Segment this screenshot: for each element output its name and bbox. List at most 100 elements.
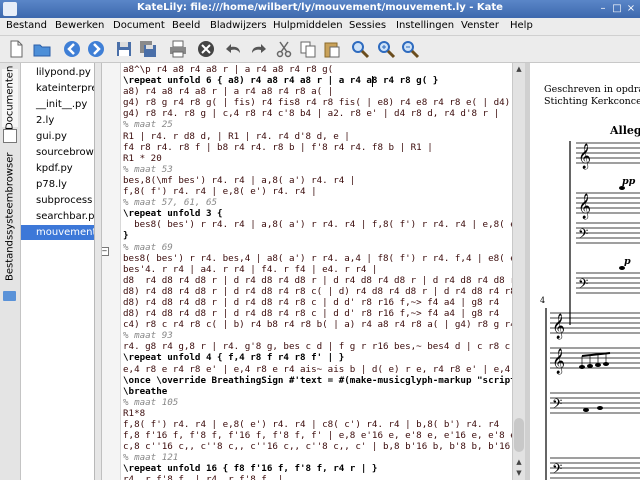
- list-item[interactable]: kateinterpre: [21, 81, 94, 96]
- code-line[interactable]: R1 * 20: [123, 153, 512, 164]
- tab-documents[interactable]: Documenten: [2, 66, 18, 130]
- code-line[interactable]: }: [123, 230, 512, 241]
- code-line[interactable]: R1*8: [123, 408, 512, 419]
- menu-hulpmiddelen[interactable]: Hulpmiddelen: [273, 20, 343, 31]
- code-line[interactable]: r4. r f'8 f, | r4. r f'8 f, |: [123, 474, 512, 480]
- list-item[interactable]: subprocess: [21, 193, 94, 208]
- code-line[interactable]: \once \override BreathingSign #'text = #…: [123, 375, 512, 386]
- menu-beeld[interactable]: Beeld: [172, 20, 200, 31]
- code-line[interactable]: f4 r8 r4. r8 f | b8 r4 r4. r8 b | f'8 r4…: [123, 142, 512, 153]
- pdf-preview[interactable]: Geschreven in opdracht Stichting Kerkcon…: [525, 63, 640, 480]
- code-line[interactable]: a8^\p r4 a8 r4 a8 r | a r4 a8 r4 r8 g(: [123, 64, 512, 75]
- code-line[interactable]: \repeat unfold 16 { f8 f'16 f, f'8 f, r4…: [123, 463, 512, 474]
- code-line[interactable]: g4) r8 g r4 r8 g( | fis) r4 fis8 r4 r8 f…: [123, 97, 512, 108]
- code-line[interactable]: \breathe: [123, 386, 512, 397]
- undo-icon[interactable]: [224, 39, 244, 59]
- zoom-in-icon[interactable]: [376, 39, 396, 59]
- redo-icon[interactable]: [248, 39, 268, 59]
- code-line[interactable]: d8) r4 d8 r4 d8 r | d r4 d8 r4 r8 c( | d…: [123, 286, 512, 297]
- save-all-icon[interactable]: [138, 39, 158, 59]
- code-line[interactable]: d8) r4 d8 r4 d8 r | d r4 d8 r4 r8 c | d …: [123, 308, 512, 319]
- code-line[interactable]: bes'4. r r4 | a4. r r4 | f4. r f4 | e4. …: [123, 264, 512, 275]
- code-comment-line[interactable]: % maat 25: [123, 119, 512, 130]
- svg-text:𝄢: 𝄢: [578, 276, 588, 295]
- copy-icon[interactable]: [298, 39, 318, 59]
- find-icon[interactable]: [350, 39, 370, 59]
- code-line[interactable]: bes8( bes') r r4. bes,4 | a8( a') r r4. …: [123, 253, 512, 264]
- code-line[interactable]: bes8( bes') r r4. r4 | a,8( a') r r4. r4…: [123, 219, 512, 230]
- close-window-icon[interactable]: ×: [624, 2, 638, 16]
- title-bar: KateLily: file:///home/wilbert/ly/mouvem…: [0, 0, 640, 18]
- code-line[interactable]: c,8 c''16 c,, c''8 c,, c''16 c,, c''8 c,…: [123, 441, 512, 452]
- maximize-icon[interactable]: □: [610, 2, 624, 16]
- scroll-down-icon[interactable]: ▼: [514, 468, 524, 478]
- svg-text:𝄞: 𝄞: [552, 348, 565, 374]
- pdf-page: Geschreven in opdracht Stichting Kerkcon…: [530, 63, 640, 480]
- window-title: KateLily: file:///home/wilbert/ly/mouvem…: [137, 2, 503, 13]
- new-icon[interactable]: [6, 39, 26, 59]
- print-icon[interactable]: [168, 39, 188, 59]
- menu-document[interactable]: Document: [113, 20, 165, 31]
- list-item[interactable]: sourcebrow: [21, 145, 94, 160]
- code-line[interactable]: r4. g8 r4 g,8 r | r4. g'8 g, bes c d | f…: [123, 341, 512, 352]
- zoom-out-icon[interactable]: [400, 39, 420, 59]
- scroll-up-icon[interactable]: ▲: [514, 457, 524, 467]
- code-line[interactable]: \repeat unfold 3 {: [123, 208, 512, 219]
- svg-text:𝄢: 𝄢: [552, 396, 562, 415]
- toolbar: [0, 36, 640, 63]
- code-comment-line[interactable]: % maat 69: [123, 242, 512, 253]
- list-item-selected[interactable]: mouvement: [21, 225, 94, 240]
- fold-marker-icon[interactable]: −: [102, 247, 109, 256]
- scroll-thumb[interactable]: [514, 418, 524, 452]
- back-icon[interactable]: [62, 39, 82, 59]
- panel-splitter[interactable]: [95, 63, 102, 480]
- code-line[interactable]: c4) r8 c r4 r8 c( | b) r4 b8 r4 r8 b( | …: [123, 319, 512, 330]
- list-item[interactable]: 2.ly: [21, 113, 94, 128]
- save-icon[interactable]: [114, 39, 134, 59]
- code-comment-line[interactable]: % maat 121: [123, 452, 512, 463]
- menu-sessies[interactable]: Sessies: [349, 20, 386, 31]
- menu-help[interactable]: Help: [510, 20, 533, 31]
- list-item[interactable]: kpdf.py: [21, 161, 94, 176]
- close-doc-icon[interactable]: [196, 39, 216, 59]
- list-item[interactable]: gui.py: [21, 129, 94, 144]
- code-line[interactable]: d8) r4 d8 r4 d8 r | d r4 d8 r4 r8 c | d …: [123, 297, 512, 308]
- code-comment-line[interactable]: % maat 105: [123, 397, 512, 408]
- minimize-icon[interactable]: –: [596, 2, 610, 16]
- open-icon[interactable]: [32, 39, 52, 59]
- code-line[interactable]: e,4 r8 e r4 r8 e' | e,4 r8 e r4 ais~ ais…: [123, 364, 512, 375]
- menu-bar: Bestand Bewerken Document Beeld Bladwijz…: [0, 18, 640, 36]
- code-line[interactable]: g4) r8 r4. r8 g | c,4 r8 r4 c'8 b4 | a2.…: [123, 108, 512, 119]
- editor-scrollbar[interactable]: ▲ ▲ ▼: [512, 63, 525, 480]
- menu-venster[interactable]: Venster: [461, 20, 499, 31]
- code-line[interactable]: a8) r4 a8 r4 a8 r | a r4 a8 r4 r8 a( |: [123, 86, 512, 97]
- menu-bestand[interactable]: Bestand: [6, 20, 47, 31]
- code-line[interactable]: f,8( f') r4. r4 | e,8( e') r4. r4 |: [123, 186, 512, 197]
- code-comment-line[interactable]: % maat 53: [123, 164, 512, 175]
- list-item[interactable]: p78.ly: [21, 177, 94, 192]
- code-line[interactable]: R1 | r4. r d8 d, | R1 | r4. r4 d'8 d, e …: [123, 131, 512, 142]
- tab-filesystem-browser[interactable]: Bestandssysteembrowser: [2, 147, 18, 287]
- side-tab-bar: Documenten Bestandssysteembrowser: [0, 63, 21, 480]
- list-item[interactable]: lilypond.py: [21, 65, 94, 80]
- code-line[interactable]: f,8 f'16 f, f'8 f, f'16 f, f'8 f, f' | e…: [123, 430, 512, 441]
- code-line[interactable]: \repeat unfold 4 { f,4 r8 f r4 r8 f' | }: [123, 352, 512, 363]
- list-item[interactable]: __init__.py: [21, 97, 94, 112]
- menu-bladwijzers[interactable]: Bladwijzers: [210, 20, 267, 31]
- code-line[interactable]: d8 r4 d8 r4 d8 r | d r4 d8 r4 d8 r | d r…: [123, 275, 512, 286]
- code-line[interactable]: f,8( f') r4. r4 | e,8( e') r4. r4 | c8( …: [123, 419, 512, 430]
- code-line[interactable]: bes,8(\mf bes') r4. r4 | a,8( a') r4. r4…: [123, 175, 512, 186]
- cut-icon[interactable]: [274, 39, 294, 59]
- code-line[interactable]: \repeat unfold 6 { a8) r4 a8 r4 a8 r | a…: [123, 75, 512, 86]
- scroll-up-icon[interactable]: ▲: [514, 64, 524, 74]
- code-comment-line[interactable]: % maat 57, 61, 65: [123, 197, 512, 208]
- line-gutter: −: [102, 63, 121, 480]
- menu-bewerken[interactable]: Bewerken: [55, 20, 104, 31]
- paste-icon[interactable]: [322, 39, 342, 59]
- menu-instellingen[interactable]: Instellingen: [396, 20, 454, 31]
- forward-icon[interactable]: [86, 39, 106, 59]
- code-editor[interactable]: − a8^\p r4 a8 r4 a8 r | a r4 a8 r4 r8 g(…: [102, 63, 512, 480]
- code-comment-line[interactable]: % maat 93: [123, 330, 512, 341]
- list-item[interactable]: searchbar.p: [21, 209, 94, 224]
- editor-text[interactable]: a8^\p r4 a8 r4 a8 r | a r4 a8 r4 r8 g(\r…: [123, 64, 512, 480]
